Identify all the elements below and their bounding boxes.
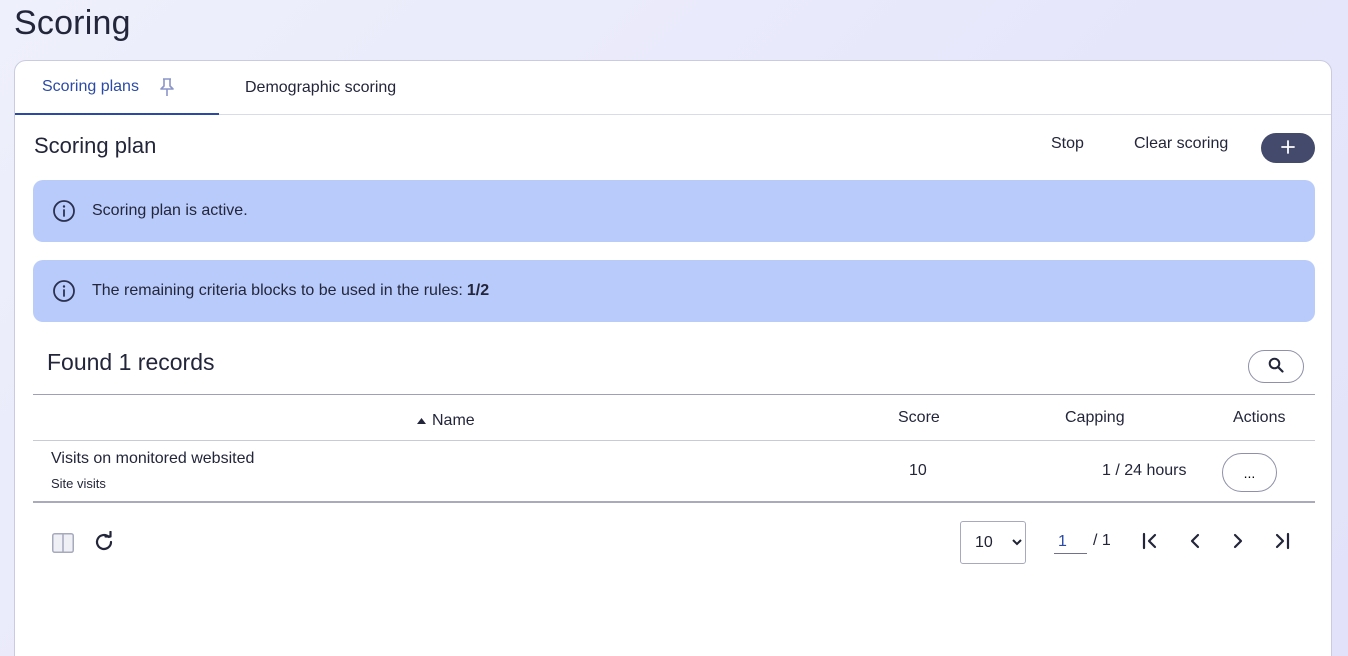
column-header-score: Score — [898, 409, 940, 426]
table-footer: 10 / 1 — [33, 521, 1315, 565]
section-title: Scoring plan — [34, 133, 157, 158]
previous-page-icon[interactable] — [1186, 532, 1204, 550]
row-actions-button[interactable]: ... — [1222, 453, 1277, 492]
row-capping: 1 / 24 hours — [1102, 462, 1187, 479]
page-size-select[interactable]: 10 — [960, 521, 1026, 564]
tab-demographic-scoring[interactable]: Demographic scoring — [245, 61, 396, 115]
table-row[interactable]: Visits on monitored websited Site visits… — [33, 441, 1315, 503]
plus-icon — [1281, 139, 1295, 157]
page-total: / 1 — [1093, 532, 1111, 549]
column-header-actions: Actions — [1233, 409, 1286, 426]
tab-bar: Scoring plans Demographic scoring — [15, 61, 1331, 115]
page-number-input[interactable] — [1054, 530, 1087, 554]
tab-label: Demographic scoring — [245, 79, 397, 96]
info-icon — [52, 199, 76, 223]
page-title: Scoring — [14, 4, 131, 42]
next-page-icon[interactable] — [1229, 532, 1247, 550]
stop-button[interactable]: Stop — [1051, 135, 1084, 153]
search-icon — [1268, 357, 1284, 376]
search-button[interactable] — [1248, 350, 1304, 383]
column-toggle-icon[interactable] — [52, 533, 74, 553]
criteria-value: 1/2 — [466, 282, 490, 299]
refresh-icon[interactable] — [93, 531, 115, 553]
column-header-capping: Capping — [1065, 409, 1125, 426]
sort-ascending-icon — [417, 418, 426, 424]
info-icon — [52, 279, 76, 303]
tab-label: Scoring plans — [42, 78, 139, 95]
records-count: Found 1 records — [47, 349, 215, 375]
scoring-card: Scoring plans Demographic scoring Scorin… — [14, 60, 1332, 656]
row-subtitle: Site visits — [51, 476, 106, 491]
column-header-name[interactable]: Name — [417, 398, 475, 444]
column-label: Name — [432, 412, 475, 429]
table-header: Name Score Capping Actions — [33, 394, 1315, 441]
last-page-icon[interactable] — [1273, 532, 1291, 550]
alert-text: Scoring plan is active. — [92, 202, 248, 219]
alert-criteria-blocks: The remaining criteria blocks to be used… — [33, 260, 1315, 322]
alert-plan-active: Scoring plan is active. — [33, 180, 1315, 242]
row-score: 10 — [909, 462, 927, 479]
pin-icon[interactable] — [159, 77, 175, 97]
add-button[interactable] — [1261, 133, 1315, 163]
clear-scoring-button[interactable]: Clear scoring — [1134, 135, 1228, 153]
alert-text: The remaining criteria blocks to be used… — [92, 282, 463, 299]
row-name: Visits on monitored websited — [51, 450, 255, 467]
first-page-icon[interactable] — [1141, 532, 1159, 550]
tab-scoring-plans[interactable]: Scoring plans — [15, 61, 219, 115]
